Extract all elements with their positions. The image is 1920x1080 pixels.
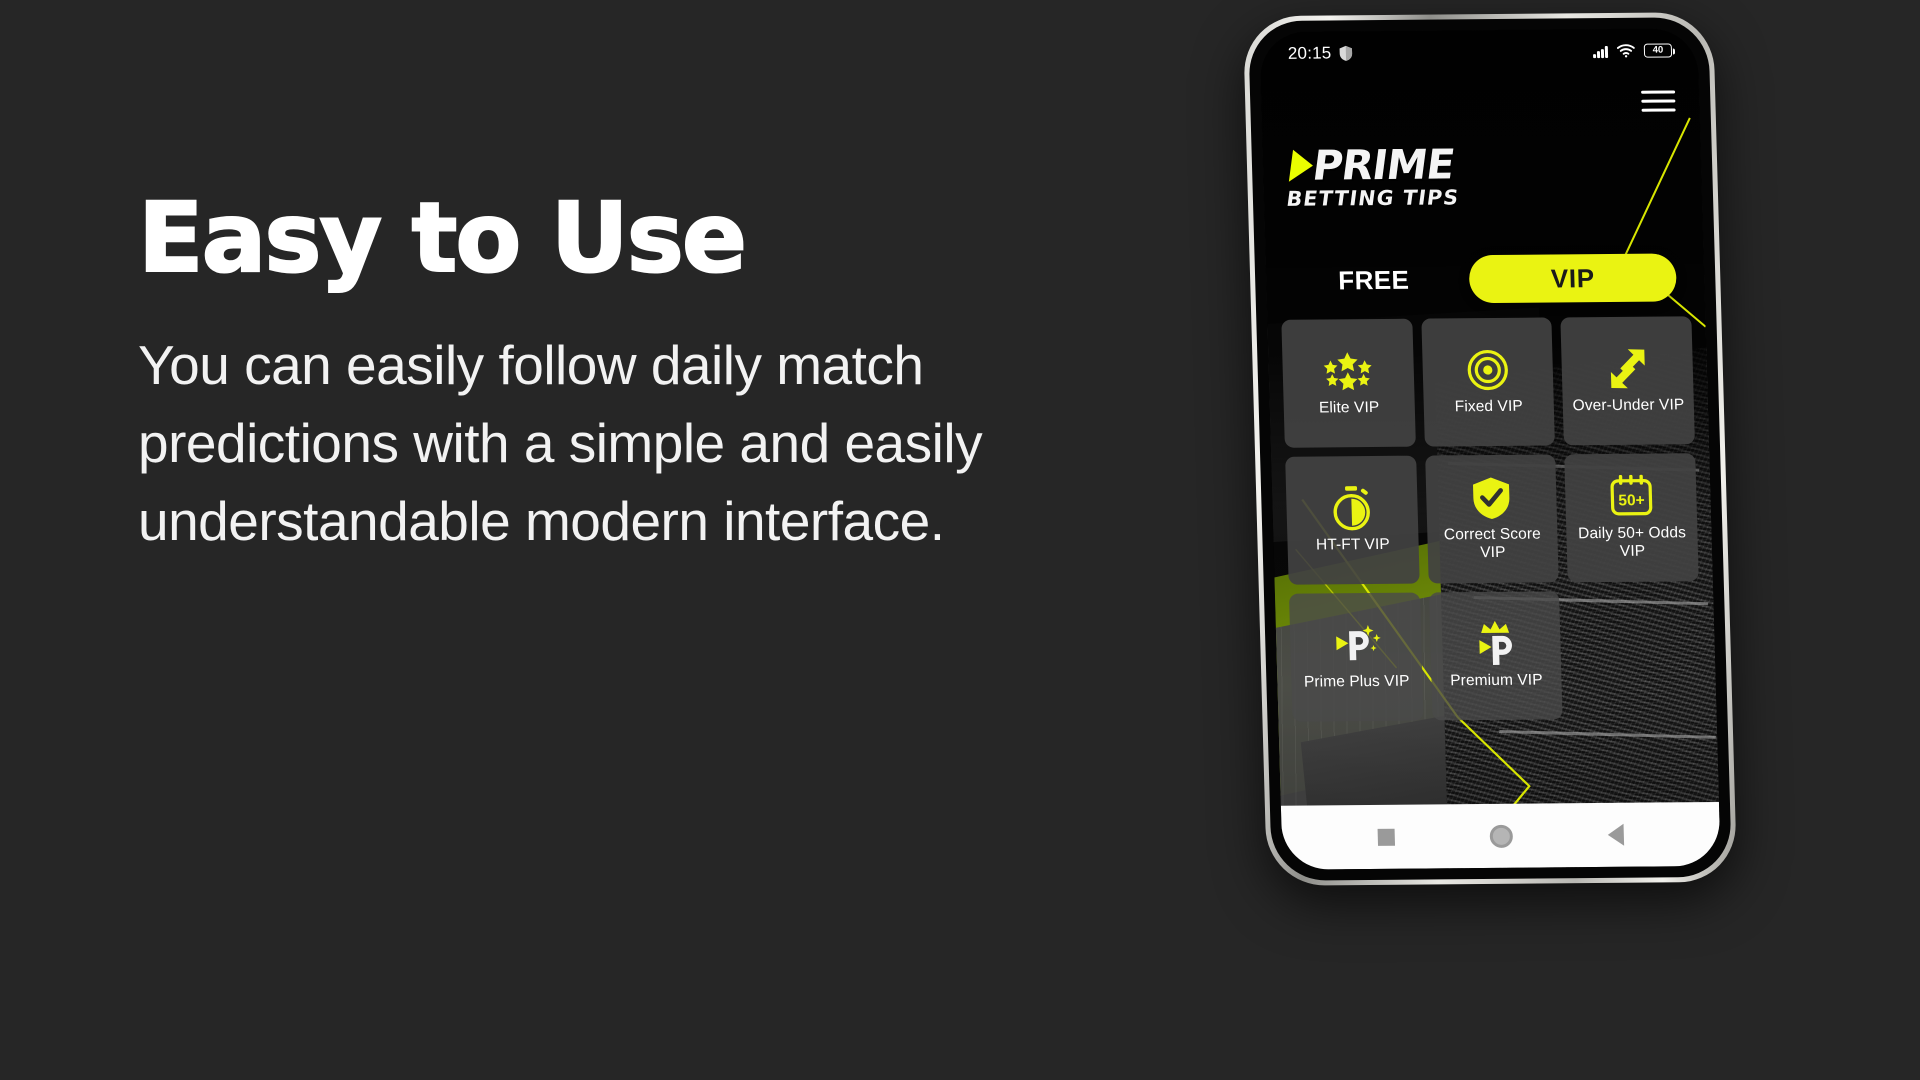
- status-bar-left: 20:15: [1288, 43, 1353, 64]
- tile-fixed-vip[interactable]: Fixed VIP: [1420, 317, 1556, 447]
- app-logo: PRIME BETTING TIPS: [1285, 140, 1466, 211]
- shield-check-icon: [1471, 476, 1512, 520]
- prime-sparkle-icon: [1328, 623, 1383, 667]
- tile-label: Premium VIP: [1449, 671, 1543, 690]
- tile-ht-ft-vip[interactable]: HT-FT VIP: [1285, 455, 1420, 585]
- triangle-back-icon[interactable]: [1607, 823, 1625, 846]
- phone-mockup: 20:15 40 PRIME BETTING TIPS FREE VIP Eli…: [1242, 12, 1738, 886]
- phone-bezel: 20:15 40 PRIME BETTING TIPS FREE VIP Eli…: [1247, 17, 1733, 881]
- status-bar: 20:15 40: [1259, 28, 1698, 76]
- tile-prime-plus-vip[interactable]: Prime Plus VIP: [1288, 592, 1424, 722]
- tile-label: Prime Plus VIP: [1303, 672, 1410, 691]
- svg-text:50+: 50+: [1618, 492, 1645, 509]
- stopwatch-icon: [1330, 486, 1373, 531]
- brand-tagline: BETTING TIPS: [1285, 185, 1461, 211]
- calendar-50plus-icon: 50+: [1607, 474, 1654, 518]
- phone-frame: 20:15 40 PRIME BETTING TIPS FREE VIP Eli…: [1242, 12, 1738, 886]
- phone-screen: 20:15 40 PRIME BETTING TIPS FREE VIP Eli…: [1259, 28, 1721, 870]
- signal-bars-icon: [1593, 45, 1609, 58]
- brand-name: PRIME: [1309, 140, 1457, 190]
- page-description: You can easily follow daily match predic…: [138, 334, 983, 553]
- bullseye-target-icon: [1466, 348, 1509, 392]
- circle-home-icon[interactable]: [1489, 824, 1514, 848]
- tile-correct-score-vip[interactable]: Correct Score VIP: [1424, 454, 1560, 584]
- tile-daily-50-plus-odds-vip[interactable]: 50+ Daily 50+ Odds VIP: [1564, 453, 1699, 583]
- square-recents-icon[interactable]: [1377, 828, 1395, 846]
- tile-label: Daily 50+ Odds VIP: [1577, 523, 1687, 560]
- android-navigation-bar: [1280, 801, 1721, 870]
- wifi-icon: [1616, 44, 1635, 58]
- tile-label: Elite VIP: [1318, 398, 1380, 417]
- tile-premium-vip[interactable]: Premium VIP: [1428, 591, 1563, 721]
- up-down-arrows-icon: [1606, 346, 1649, 390]
- tile-label: Fixed VIP: [1454, 397, 1524, 416]
- copy-block: Easy to Use You can easily follow daily …: [137, 182, 1018, 560]
- slide-canvas: Easy to Use You can easily follow daily …: [0, 0, 1920, 1080]
- category-grid: Elite VIP Fixed VIP Over-Under VIP HT-FT…: [1281, 316, 1702, 722]
- tile-label: Correct Score VIP: [1443, 525, 1542, 562]
- stars-circle-icon: [1319, 349, 1376, 393]
- battery-icon: 40: [1643, 43, 1673, 58]
- hamburger-menu-icon[interactable]: [1641, 90, 1676, 112]
- tab-free[interactable]: FREE: [1286, 264, 1462, 297]
- status-time: 20:15: [1287, 43, 1332, 63]
- prime-crown-icon: [1471, 620, 1520, 666]
- status-bar-right: 40: [1593, 43, 1673, 58]
- tile-label: HT-FT VIP: [1315, 535, 1391, 554]
- shield-icon: [1339, 45, 1352, 61]
- tab-vip[interactable]: VIP: [1468, 253, 1677, 304]
- battery-level: 40: [1652, 44, 1664, 56]
- tile-elite-vip[interactable]: Elite VIP: [1281, 318, 1416, 448]
- page-title: Easy to Use: [137, 182, 748, 294]
- tile-label: Over-Under VIP: [1572, 396, 1685, 415]
- tile-over-under-vip[interactable]: Over-Under VIP: [1560, 316, 1695, 446]
- tab-bar: FREE VIP: [1265, 246, 1705, 312]
